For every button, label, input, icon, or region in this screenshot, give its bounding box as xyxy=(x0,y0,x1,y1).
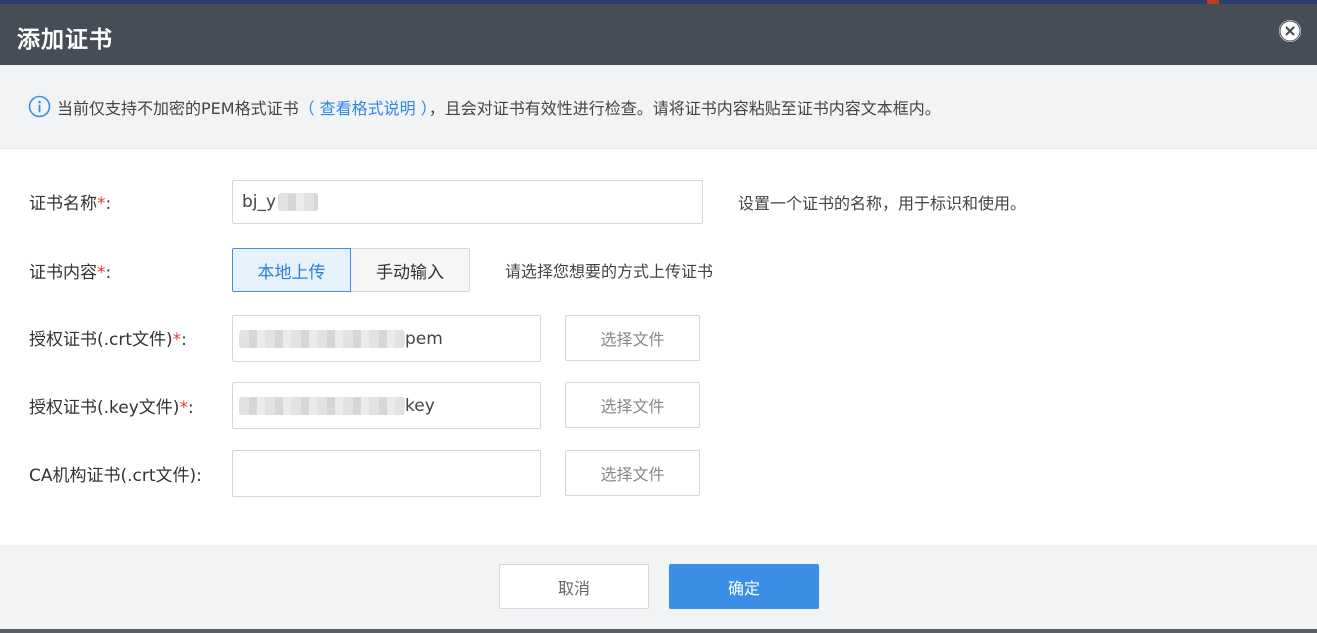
crt-file-input[interactable]: pem xyxy=(232,315,541,362)
crt-choose-file-button[interactable]: 选择文件 xyxy=(565,315,700,361)
crt-file-value: pem xyxy=(405,328,443,349)
crt-file-label: 授权证书(.crt文件)*: xyxy=(29,325,187,350)
cert-name-label-text: 证书名称 xyxy=(29,194,97,214)
cert-name-input[interactable]: bj_y xyxy=(232,180,703,224)
cert-content-label: 证书内容*: xyxy=(29,258,111,283)
local-upload-option[interactable]: 本地上传 xyxy=(232,248,351,292)
required-mark: * xyxy=(97,194,106,214)
dialog-title: 添加证书 xyxy=(17,27,113,53)
info-icon xyxy=(28,95,51,118)
close-icon xyxy=(1279,20,1301,42)
notice-bar: 当前仅支持不加密的PEM格式证书（ 查看格式说明 ），且会对证书有效性进行检查。… xyxy=(0,65,1317,149)
label-colon: : xyxy=(105,263,112,283)
window-bottom-edge xyxy=(0,629,1317,633)
cancel-button[interactable]: 取消 xyxy=(499,564,649,609)
cert-content-hint: 请选择您想要的方式上传证书 xyxy=(505,262,714,281)
crt-file-label-text: 授权证书(.crt文件) xyxy=(29,330,173,350)
label-colon: : xyxy=(187,398,194,418)
label-colon: : xyxy=(181,330,187,350)
ca-file-input[interactable] xyxy=(232,450,541,497)
notice-text-after: ，且会对证书有效性进行检查。请将证书内容粘贴至证书内容文本框内。 xyxy=(428,99,941,118)
redacted-text xyxy=(278,193,319,211)
manual-input-option[interactable]: 手动输入 xyxy=(350,248,470,292)
required-mark: * xyxy=(97,263,106,283)
cert-content-label-text: 证书内容 xyxy=(29,263,97,283)
close-button[interactable] xyxy=(1279,20,1301,42)
redacted-text xyxy=(239,329,405,348)
dialog-header: 添加证书 xyxy=(0,4,1317,65)
required-mark: * xyxy=(179,398,188,418)
label-colon: : xyxy=(105,194,112,214)
ca-choose-file-button[interactable]: 选择文件 xyxy=(565,450,700,496)
notice-text-before: 当前仅支持不加密的PEM格式证书 xyxy=(57,99,299,118)
format-help-link[interactable]: （ 查看格式说明 ） xyxy=(299,99,429,118)
key-choose-file-button[interactable]: 选择文件 xyxy=(565,382,700,428)
cert-name-hint: 设置一个证书的名称，用于标识和使用。 xyxy=(738,194,1027,213)
dialog-footer: 取消 确定 xyxy=(0,545,1317,629)
ca-file-label: CA机构证书(.crt文件): xyxy=(29,466,202,486)
confirm-button[interactable]: 确定 xyxy=(669,564,819,609)
key-file-label-text: 授权证书(.key文件) xyxy=(29,398,180,418)
redacted-text xyxy=(239,396,405,415)
cert-name-value: bj_y xyxy=(242,192,277,212)
key-file-value: key xyxy=(405,395,435,416)
key-file-label: 授权证书(.key文件)*: xyxy=(29,393,194,418)
notice-text: 当前仅支持不加密的PEM格式证书（ 查看格式说明 ），且会对证书有效性进行检查。… xyxy=(57,95,941,119)
cert-name-label: 证书名称*: xyxy=(29,189,111,214)
key-file-input[interactable]: key xyxy=(232,382,541,429)
required-mark: * xyxy=(172,330,182,350)
